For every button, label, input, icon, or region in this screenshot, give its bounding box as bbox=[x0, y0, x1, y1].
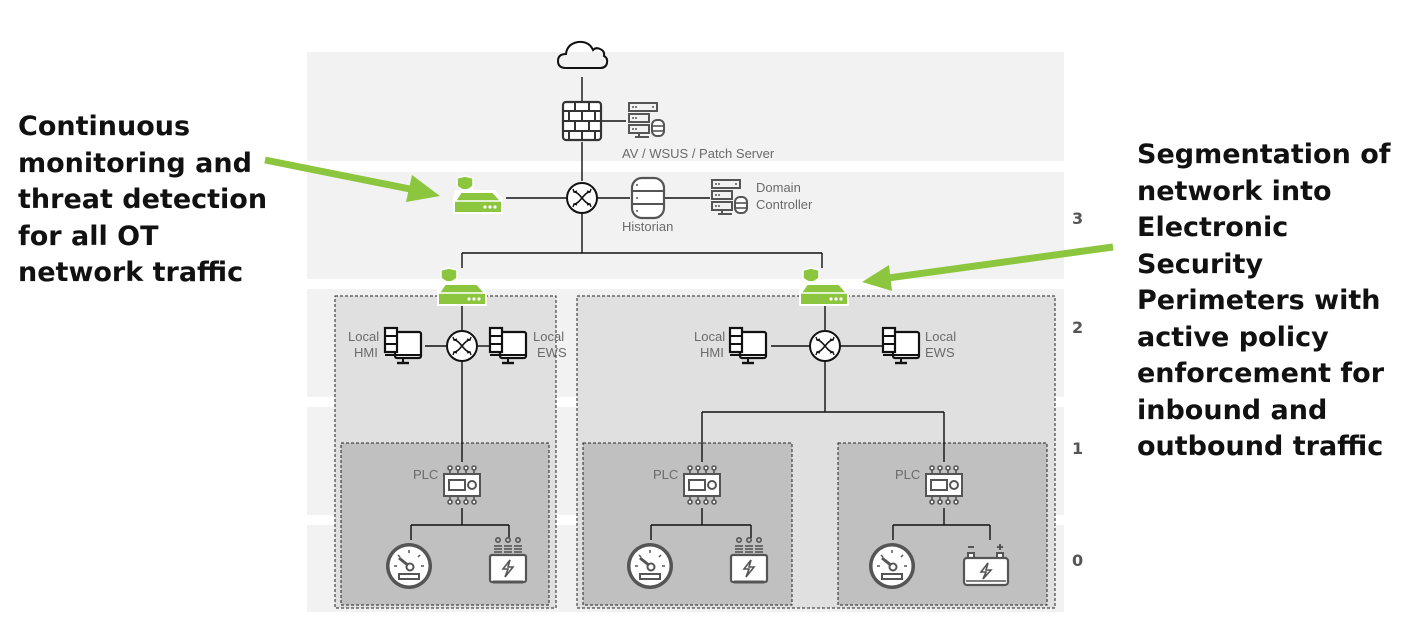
gauge-right-icon bbox=[867, 541, 917, 591]
historian-icon bbox=[630, 176, 666, 220]
av-server-label: AV / WSUS / Patch Server bbox=[622, 146, 775, 161]
hmi-right-label-1: Local bbox=[694, 329, 725, 344]
level-0-label: 0 bbox=[1072, 551, 1083, 570]
ews-right-label-1: Local bbox=[925, 329, 956, 344]
switch-left-icon bbox=[446, 330, 478, 362]
plc-left-label: PLC bbox=[413, 467, 438, 482]
hmi-left-label-2: HMI bbox=[354, 345, 378, 360]
historian-label: Historian bbox=[622, 219, 673, 234]
band-dmz bbox=[307, 52, 1064, 161]
ews-right-label-2: EWS bbox=[925, 345, 955, 360]
network-diagram: AV / WSUS / Patch Server Historian Domai… bbox=[264, 40, 1114, 612]
level-2-label: 2 bbox=[1072, 318, 1083, 337]
gauge-left-icon bbox=[384, 541, 434, 591]
hmi-right-label-2: HMI bbox=[700, 345, 724, 360]
switch-right-icon bbox=[809, 330, 841, 362]
level-3-label: 3 bbox=[1072, 209, 1083, 228]
domain-controller-label-1: Domain bbox=[756, 180, 801, 195]
plc-right-label: PLC bbox=[895, 467, 920, 482]
ews-left-label-1: Local bbox=[533, 329, 564, 344]
ews-left-label-2: EWS bbox=[537, 345, 567, 360]
plc-middle-label: PLC bbox=[653, 467, 678, 482]
core-switch-icon bbox=[566, 182, 598, 214]
hmi-left-label-1: Local bbox=[348, 329, 379, 344]
firewall-icon bbox=[561, 100, 603, 142]
domain-controller-label-2: Controller bbox=[756, 197, 813, 212]
level-1-label: 1 bbox=[1072, 439, 1083, 458]
gauge-middle-icon bbox=[625, 541, 675, 591]
